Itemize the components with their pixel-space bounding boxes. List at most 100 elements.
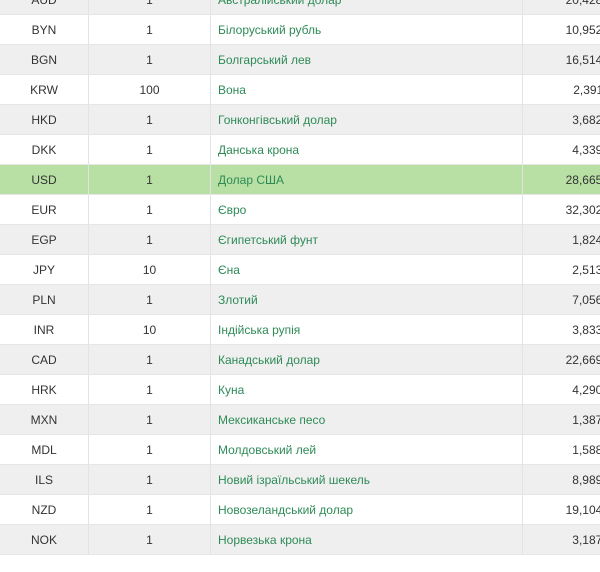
currency-code: PLN [0, 284, 89, 315]
currency-code: CAD [0, 344, 89, 375]
currency-name-cell: Норвезька крона [210, 524, 523, 555]
currency-row-usd: USD1 Долар США 28,6658 [0, 164, 600, 195]
currency-row-dkk: DKK1 Данська крона 4,3394 [0, 134, 600, 165]
currency-name-link[interactable]: Болгарський лев [218, 53, 311, 67]
exchange-rate: 16,5145 [522, 44, 600, 75]
currency-name-cell: Мексиканське песо [210, 404, 523, 435]
currency-name-cell: Долар США [210, 164, 523, 195]
currency-units: 1 [88, 194, 211, 225]
exchange-rate: 3,8334 [522, 314, 600, 345]
currency-row-pln: PLN1 Злотий 7,0565 [0, 284, 600, 315]
currency-units: 1 [88, 464, 211, 495]
currency-name-cell: Куна [210, 374, 523, 405]
currency-units: 1 [88, 494, 211, 525]
currency-row-hrk: HRK1 Куна 4,2902 [0, 374, 600, 405]
currency-name-link[interactable]: Норвезька крона [218, 533, 312, 547]
currency-row-krw: KRW100 Вона 2,3911 [0, 74, 600, 105]
currency-units: 1 [88, 224, 211, 255]
currency-code: NZD [0, 494, 89, 525]
currency-row-bgn: BGN1 Болгарський лев 16,5145 [0, 44, 600, 75]
exchange-rate: 32,3021 [522, 194, 600, 225]
exchange-rate: 4,2902 [522, 374, 600, 405]
currency-name-link[interactable]: Новий ізраїльський шекель [218, 473, 370, 487]
currency-row-hkd: HKD1 Гонконгівський долар 3,6821 [0, 104, 600, 135]
currency-units: 1 [88, 374, 211, 405]
currency-name-cell: Індійська рупія [210, 314, 523, 345]
exchange-rate: 2,5134 [522, 254, 600, 285]
currency-code: KRW [0, 74, 89, 105]
currency-code: NOK [0, 524, 89, 555]
currency-name-cell: Новозеландський долар [210, 494, 523, 525]
currency-row-mxn: MXN1 Мексиканське песо 1,3874 [0, 404, 600, 435]
currency-code: MDL [0, 434, 89, 465]
currency-units: 1 [88, 134, 211, 165]
currency-row-byn: BYN1 Білоруський рубль 10,9529 [0, 14, 600, 45]
currency-code: DKK [0, 134, 89, 165]
currency-units: 100 [88, 74, 211, 105]
currency-name-link[interactable]: Євро [218, 203, 246, 217]
currency-name-link[interactable]: Вона [218, 83, 246, 97]
currency-row-inr: INR10 Індійська рупія 3,8334 [0, 314, 600, 345]
currency-name-link[interactable]: Мексиканське песо [218, 413, 325, 427]
currency-row-aud: AUD1 Австралійський долар 20,4287 [0, 0, 600, 15]
currency-name-link[interactable]: Канадський долар [218, 353, 320, 367]
currency-name-link[interactable]: Єна [218, 263, 240, 277]
currency-name-link[interactable]: Індійська рупія [218, 323, 300, 337]
currency-units: 10 [88, 314, 211, 345]
currency-name-cell: Данська крона [210, 134, 523, 165]
currency-code: INR [0, 314, 89, 345]
currency-units: 1 [88, 44, 211, 75]
currency-name-cell: Канадський долар [210, 344, 523, 375]
exchange-rate: 1,5889 [522, 434, 600, 465]
currency-row-ils: ILS1 Новий ізраїльський шекель 8,9892 [0, 464, 600, 495]
currency-units: 1 [88, 14, 211, 45]
currency-row-nzd: NZD1 Новозеландський долар 19,1043 [0, 494, 600, 525]
exchange-rate: 3,6821 [522, 104, 600, 135]
currency-row-mdl: MDL1 Молдовський лей 1,5889 [0, 434, 600, 465]
currency-units: 1 [88, 164, 211, 195]
currency-name-cell: Болгарський лев [210, 44, 523, 75]
exchange-rate: 22,6697 [522, 344, 600, 375]
currency-code: MXN [0, 404, 89, 435]
currency-name-link[interactable]: Єгипетський фунт [218, 233, 318, 247]
currency-code: HRK [0, 374, 89, 405]
currency-row-jpy: JPY10 Єна 2,5134 [0, 254, 600, 285]
currency-name-cell: Гонконгівський долар [210, 104, 523, 135]
currency-code: BYN [0, 14, 89, 45]
currency-rates-table: AUD1Австралійський долар20,4287BYN1Білор… [0, 0, 600, 555]
currency-code: USD [0, 164, 89, 195]
currency-name-link[interactable]: Молдовський лей [218, 443, 316, 457]
currency-units: 1 [88, 104, 211, 135]
exchange-rate: 1,3874 [522, 404, 600, 435]
currency-name-cell: Австралійський долар [210, 0, 523, 15]
exchange-rate: 20,4287 [522, 0, 600, 15]
currency-name-link[interactable]: Білоруський рубль [218, 23, 321, 37]
currency-name-cell: Євро [210, 194, 523, 225]
currency-name-cell: Єгипетський фунт [210, 224, 523, 255]
currency-units: 1 [88, 524, 211, 555]
currency-name-link[interactable]: Новозеландський долар [218, 503, 353, 517]
currency-code: ILS [0, 464, 89, 495]
exchange-rate: 3,1874 [522, 524, 600, 555]
currency-name-cell: Злотий [210, 284, 523, 315]
currency-code: EGP [0, 224, 89, 255]
exchange-rate: 4,3394 [522, 134, 600, 165]
currency-code: HKD [0, 104, 89, 135]
currency-name-link[interactable]: Данська крона [218, 143, 299, 157]
currency-name-cell: Білоруський рубль [210, 14, 523, 45]
currency-name-link[interactable]: Долар США [218, 173, 284, 187]
currency-row-cad: CAD1 Канадський долар 22,6697 [0, 344, 600, 375]
currency-code: BGN [0, 44, 89, 75]
currency-name-link[interactable]: Куна [218, 383, 244, 397]
currency-row-eur: EUR1 Євро 32,3021 [0, 194, 600, 225]
currency-units: 1 [88, 284, 211, 315]
currency-name-link[interactable]: Злотий [218, 293, 258, 307]
currency-units: 10 [88, 254, 211, 285]
currency-name-link[interactable]: Гонконгівський долар [218, 113, 337, 127]
exchange-rate: 7,0565 [522, 284, 600, 315]
currency-name-cell: Новий ізраїльський шекель [210, 464, 523, 495]
currency-units: 1 [88, 344, 211, 375]
currency-name-cell: Єна [210, 254, 523, 285]
exchange-rate: 1,8243 [522, 224, 600, 255]
currency-name-link[interactable]: Австралійський долар [218, 0, 341, 7]
